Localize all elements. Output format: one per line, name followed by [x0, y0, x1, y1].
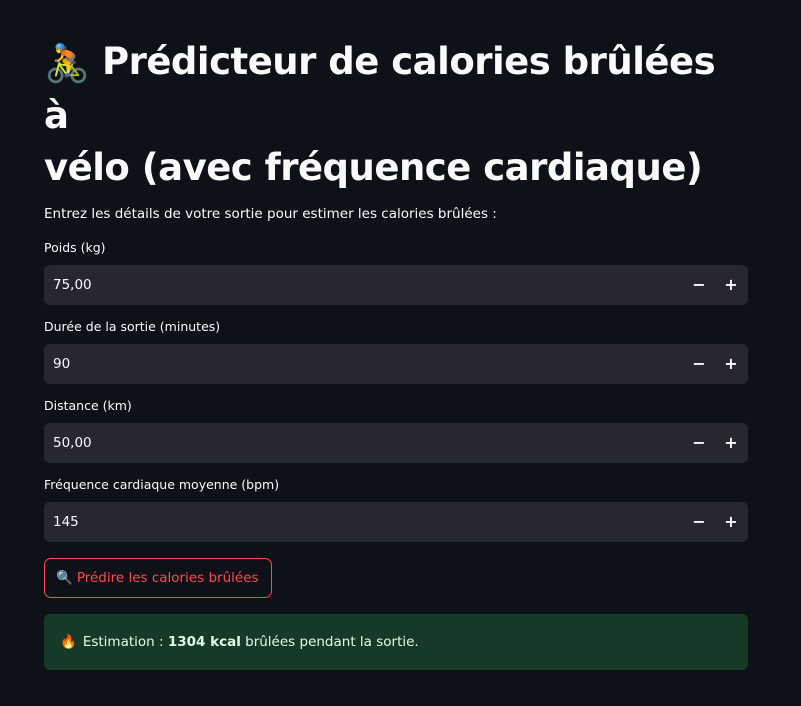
weight-field: Poids (kg) − +	[44, 240, 748, 305]
intro-text: Entrez les détails de votre sortie pour …	[44, 205, 497, 222]
heart-rate-stepper: − +	[44, 501, 748, 542]
duration-field: Durée de la sortie (minutes) − +	[44, 319, 748, 384]
heart-rate-label: Fréquence cardiaque moyenne (bpm)	[44, 476, 280, 492]
page-title: 🚴 Prédicteur de calories brûlées à vélo …	[44, 36, 748, 194]
predict-button[interactable]: 🔍 Prédire les calories brûlées	[44, 557, 272, 598]
heart-rate-field: Fréquence cardiaque moyenne (bpm) − +	[44, 477, 748, 542]
main-content: 🚴 Prédicteur de calories brûlées à vélo …	[44, 36, 748, 670]
predict-button-label: Prédire les calories brûlées	[76, 569, 259, 586]
distance-field: Distance (km) − +	[44, 398, 748, 463]
result-prefix: Estimation :	[82, 633, 168, 650]
weight-decrement-button[interactable]: −	[683, 265, 715, 305]
distance-stepper: − +	[44, 422, 748, 463]
result-alert: 🔥 Estimation : 1304 kcal brûlées pendant…	[44, 613, 748, 670]
duration-stepper: − +	[44, 343, 748, 384]
page-title-line2: vélo (avec fréquence cardiaque)	[44, 145, 703, 189]
page-title-line1: Prédicteur de calories brûlées à	[44, 40, 716, 137]
duration-label: Durée de la sortie (minutes)	[44, 318, 221, 334]
weight-increment-button[interactable]: +	[715, 265, 747, 305]
fire-icon: 🔥	[60, 633, 77, 650]
heart-rate-decrement-button[interactable]: −	[683, 502, 715, 542]
cyclist-icon: 🚴	[44, 41, 90, 85]
weight-label: Poids (kg)	[44, 239, 106, 255]
heart-rate-input[interactable]	[44, 501, 683, 542]
weight-stepper: − +	[44, 264, 748, 305]
duration-decrement-button[interactable]: −	[683, 344, 715, 384]
distance-label: Distance (km)	[44, 397, 132, 413]
magnifier-icon: 🔍	[56, 569, 73, 586]
weight-input[interactable]	[44, 264, 683, 305]
heart-rate-increment-button[interactable]: +	[715, 502, 747, 542]
distance-input[interactable]	[44, 422, 683, 463]
duration-increment-button[interactable]: +	[715, 344, 747, 384]
distance-decrement-button[interactable]: −	[683, 423, 715, 463]
duration-input[interactable]	[44, 343, 683, 384]
form-fields: Poids (kg) − + Durée de la sortie (minut…	[44, 240, 748, 542]
result-value: 1304 kcal	[167, 633, 241, 650]
distance-increment-button[interactable]: +	[715, 423, 747, 463]
result-suffix: brûlées pendant la sortie.	[240, 633, 419, 650]
